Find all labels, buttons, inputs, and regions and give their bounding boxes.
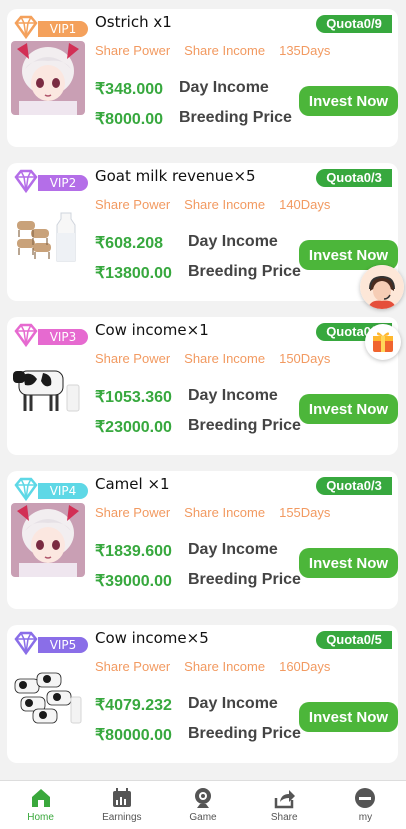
product-meta: Share Power Share Income 155Days — [95, 505, 344, 520]
diamond-icon — [14, 15, 38, 40]
product-card: VIP4 Camel ×1 Quota0/3 Share Power Share … — [7, 471, 398, 609]
share-income: Share Income — [184, 351, 266, 366]
breeding-price-value: ₹8000.00 — [95, 111, 164, 128]
product-card: VIP3 Cow income×1 Quota0/1 Share Power Sh… — [7, 317, 398, 455]
vip-label: VIP2 — [38, 175, 88, 191]
share-icon — [274, 790, 296, 809]
share-power: Share Power — [95, 351, 171, 366]
days: 135Days — [279, 43, 331, 58]
share-income: Share Income — [184, 505, 266, 520]
share-power: Share Power — [95, 659, 171, 674]
vip-label: VIP3 — [38, 329, 88, 345]
invest-now-button[interactable]: Invest Now — [299, 394, 398, 424]
diamond-icon — [14, 169, 38, 194]
product-image-anime-girl — [11, 503, 85, 577]
product-card: VIP1 Ostrich x1 Quota0/9 Share Power Shar… — [7, 9, 398, 147]
day-income-value: ₹608.208 — [95, 235, 164, 252]
days: 140Days — [279, 197, 331, 212]
tab-label: Share — [270, 812, 298, 823]
diamond-icon — [14, 477, 38, 502]
product-image-cows-and-milk — [11, 657, 85, 731]
vip-badge: VIP3 — [10, 323, 90, 349]
day-income-label: Day Income — [188, 541, 278, 558]
day-income-value: ₹1839.600 — [95, 543, 172, 560]
breeding-price-label: Breeding Price — [188, 263, 301, 280]
bottom-tab-bar: Home Earnings Game Share my — [0, 780, 406, 829]
home-icon — [31, 789, 50, 807]
tab-home[interactable]: Home — [0, 781, 81, 829]
diamond-icon — [14, 323, 38, 348]
share-power: Share Power — [95, 505, 171, 520]
day-income-label: Day Income — [188, 233, 278, 250]
product-image-cow-and-milk — [11, 349, 85, 423]
tab-label: Home — [27, 812, 54, 823]
breeding-price-value: ₹39000.00 — [95, 573, 172, 590]
day-income-label: Day Income — [179, 79, 269, 96]
days: 155Days — [279, 505, 331, 520]
day-income-label: Day Income — [188, 695, 278, 712]
vip-badge: VIP1 — [10, 15, 90, 41]
customer-service-button[interactable] — [360, 265, 404, 309]
tab-label: Game — [189, 812, 217, 823]
tab-my[interactable]: my — [325, 781, 406, 829]
product-title: Goat milk revenue×5 — [95, 167, 256, 185]
customer-service-icon — [360, 265, 404, 309]
vip-label: VIP1 — [38, 21, 88, 37]
day-income-value: ₹1053.360 — [95, 389, 172, 406]
product-meta: Share Power Share Income 140Days — [95, 197, 344, 212]
invest-now-button[interactable]: Invest Now — [299, 548, 398, 578]
quota-badge: Quota0/5 — [316, 631, 392, 649]
vip-label: VIP5 — [38, 637, 88, 653]
vip-label: VIP4 — [38, 483, 88, 499]
product-title: Camel ×1 — [95, 475, 170, 493]
days: 160Days — [279, 659, 331, 674]
quota-badge: Quota0/9 — [316, 15, 392, 33]
vip-badge: VIP5 — [10, 631, 90, 657]
quota-badge: Quota0/3 — [316, 169, 392, 187]
calendar-chart-icon — [112, 788, 131, 807]
breeding-price-value: ₹23000.00 — [95, 419, 172, 436]
product-image-goats-and-milk — [11, 195, 85, 269]
invest-now-button[interactable]: Invest Now — [299, 702, 398, 732]
tab-label: my — [358, 812, 373, 823]
product-meta: Share Power Share Income 160Days — [95, 659, 344, 674]
share-income: Share Income — [184, 43, 266, 58]
gift-button[interactable] — [365, 324, 401, 360]
share-income: Share Income — [184, 659, 266, 674]
quota-badge: Quota0/3 — [316, 477, 392, 495]
share-power: Share Power — [95, 197, 171, 212]
product-title: Cow income×1 — [95, 321, 209, 339]
vip-badge: VIP2 — [10, 169, 90, 195]
days: 150Days — [279, 351, 331, 366]
breeding-price-label: Breeding Price — [179, 109, 292, 126]
breeding-price-label: Breeding Price — [188, 417, 301, 434]
product-meta: Share Power Share Income 135Days — [95, 43, 344, 58]
gift-icon — [373, 332, 393, 352]
product-card: VIP2 Goat milk revenue×5 Quota0/3 Share … — [7, 163, 398, 301]
breeding-price-label: Breeding Price — [188, 571, 301, 588]
vip-badge: VIP4 — [10, 477, 90, 503]
day-income-label: Day Income — [188, 387, 278, 404]
breeding-price-value: ₹13800.00 — [95, 265, 172, 282]
profile-icon — [355, 788, 376, 808]
product-title: Cow income×5 — [95, 629, 209, 647]
webcam-icon — [195, 788, 211, 808]
breeding-price-label: Breeding Price — [188, 725, 301, 742]
invest-now-button[interactable]: Invest Now — [299, 86, 398, 116]
product-meta: Share Power Share Income 150Days — [95, 351, 344, 366]
day-income-value: ₹348.000 — [95, 81, 164, 98]
tab-earnings[interactable]: Earnings — [81, 781, 162, 829]
share-income: Share Income — [184, 197, 266, 212]
tab-game[interactable]: Game — [162, 781, 243, 829]
tab-share[interactable]: Share — [244, 781, 325, 829]
product-title: Ostrich x1 — [95, 13, 172, 31]
diamond-icon — [14, 631, 38, 656]
product-card: VIP5 Cow income×5 Quota0/5 Share Power Sh… — [7, 625, 398, 763]
product-image-anime-girl — [11, 41, 85, 115]
tab-label: Earnings — [102, 812, 142, 823]
breeding-price-value: ₹80000.00 — [95, 727, 172, 744]
day-income-value: ₹4079.232 — [95, 697, 172, 714]
share-power: Share Power — [95, 43, 171, 58]
